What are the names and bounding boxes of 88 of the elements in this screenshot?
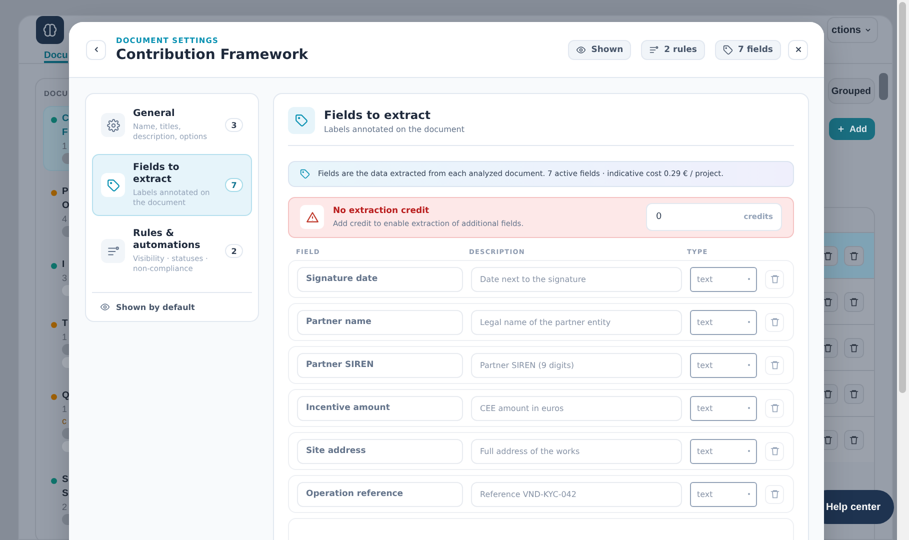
tag-icon [106,178,120,192]
document-title: T [62,318,69,330]
summary-chip: 7 fields [715,40,781,60]
field-name-input[interactable]: Partner SIREN [297,352,463,378]
tag-icon [723,44,733,54]
field-name-input[interactable]: Partner name [297,310,463,334]
delete-button[interactable] [844,338,864,358]
alert-title: No extraction credit [333,206,430,216]
add-button[interactable]: Add [828,118,875,140]
trash-icon [849,342,859,352]
tag-icon [295,114,308,127]
trash-icon [770,317,780,327]
field-name-input[interactable]: Site address [297,438,463,464]
document-title: S [62,474,70,486]
trash-icon [849,388,859,398]
trash-icon [823,250,833,260]
nav-item-title: Fields to extract [133,162,180,186]
field-description-input[interactable]: Full address of the works [471,438,682,464]
document-title: I [62,259,66,271]
list-icon [106,244,120,258]
document-meta: 2 [62,502,68,512]
trash-icon [849,296,859,306]
trash-icon [823,388,833,398]
type-select[interactable]: text [690,482,757,506]
field-description-input[interactable]: Partner SIREN (9 digits) [471,352,682,378]
scrollbar-thumb[interactable] [879,73,888,100]
document-note: c [62,416,68,426]
trash-icon [823,434,833,444]
delete-button[interactable] [844,246,864,266]
count-badge: 3 [225,118,243,132]
section-subtitle: Labels annotated on the document [324,124,466,134]
field-name-input[interactable]: Signature date [297,266,463,292]
count-badge: 2 [225,244,243,258]
document-meta: 3 [62,273,68,283]
summary-chip: 2 rules [641,40,705,60]
field-name-input[interactable]: Incentive amount [297,396,463,420]
chevron-down-icon [864,26,872,34]
type-select[interactable]: text [690,438,757,464]
field-description-input[interactable]: CEE amount in euros [471,396,682,420]
document-title: F [62,127,69,139]
type-select[interactable]: text [690,266,757,292]
type-select[interactable]: text [690,396,757,420]
trash-icon [823,342,833,352]
tag-icon [300,168,310,179]
warning-icon [306,210,318,224]
actions-menu-button[interactable]: ctions [826,17,878,43]
document-meta: 1 [62,332,68,342]
eye-icon [576,44,586,54]
visibility-status: Shown by default [116,302,195,312]
scrollbar-thumb[interactable] [899,2,906,393]
document-title: P [62,186,70,198]
trash-icon [770,403,780,413]
grouped-button[interactable]: Grouped [828,78,875,104]
trash-icon [770,446,780,456]
plus-icon [836,125,844,133]
list-icon [649,44,660,54]
settings-icon [106,118,120,132]
document-title: Q [62,390,70,402]
field-description-input[interactable]: Date next to the signature [471,266,682,292]
delete-button[interactable] [844,292,864,312]
count-badge: 7 [225,178,243,192]
document-meta: 4 [62,214,68,224]
close-button[interactable] [788,40,808,60]
field-name-input[interactable]: Operation reference [297,482,463,506]
document-title: S [62,488,70,500]
field-description-input[interactable]: Reference VND-KYC-042 [471,482,682,506]
document-title: C [62,113,70,125]
delete-button[interactable] [844,430,864,450]
close-icon [794,45,802,54]
document-meta: 1 [62,404,68,414]
dialog-title: Contribution Framework [116,47,310,63]
eye-icon [100,302,110,312]
field-description-input[interactable]: Legal name of the partner entity [471,310,682,334]
type-select[interactable]: text [690,352,757,378]
document-meta: 1 [62,141,68,151]
type-select[interactable]: text [690,310,757,334]
trash-icon [849,250,859,260]
trash-icon [849,434,859,444]
document-title: O [62,200,70,212]
trash-icon [770,489,780,499]
delete-button[interactable] [844,384,864,404]
nav-item-title: Rules & automations [133,228,202,252]
section-title: Fields to extract [324,108,432,122]
trash-icon [770,360,780,370]
nav-item-title: General [133,108,176,120]
trash-icon [823,296,833,306]
summary-chip: Shown [568,40,632,60]
trash-icon [770,274,780,284]
